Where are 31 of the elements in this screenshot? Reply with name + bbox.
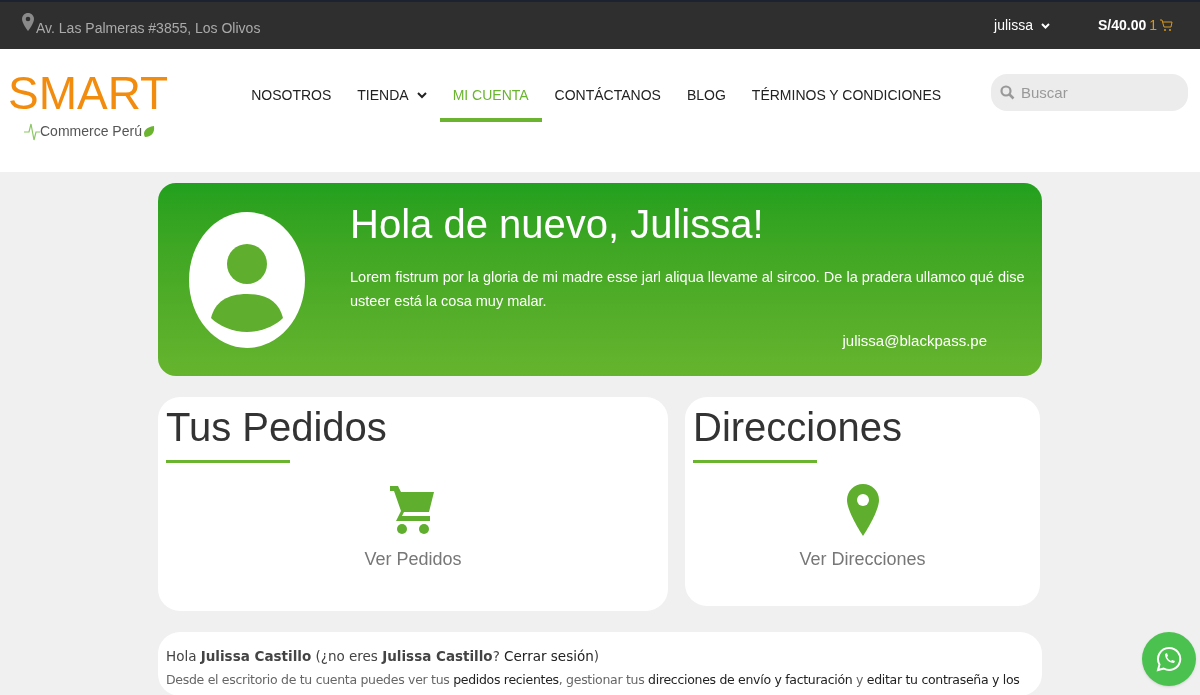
- chat-bubble-icon: [1156, 646, 1182, 672]
- location-pin-icon: [846, 484, 879, 536]
- card-title: Direcciones: [693, 405, 903, 449]
- search-field[interactable]: Buscar: [991, 74, 1188, 111]
- text-link[interactable]: direcciones de envío y facturación: [648, 672, 853, 687]
- whatsapp-button[interactable]: [1142, 632, 1196, 686]
- text-link[interactable]: Cerrar sesión: [504, 648, 594, 664]
- nav-link[interactable]: NOSOTROS: [238, 72, 345, 122]
- account-description: Desde el escritorio de tu cuenta puedes ver tus pedidos recientes, gestionar tus direcciones de envío y facturación y editar tu contraseña y los: [166, 671, 1021, 689]
- user-avatar-icon: [189, 211, 305, 348]
- user-menu[interactable]: julissa: [994, 15, 1050, 36]
- greeting-text: Hola Julissa Castillo (¿no eres Julissa Castillo? Cerrar sesión): [166, 647, 601, 666]
- card-title: Tus Pedidos: [166, 405, 388, 449]
- card-link[interactable]: Ver Direcciones: [799, 546, 926, 573]
- card-link[interactable]: Ver Pedidos: [364, 546, 462, 573]
- text-link[interactable]: pedidos recientes: [453, 672, 559, 687]
- shopping-cart-icon: [1160, 19, 1173, 32]
- address-text: Av. Las Palmeras #3855, Los Olivos: [36, 19, 261, 38]
- chevron-down-icon: [1040, 22, 1050, 29]
- cart-link[interactable]: S/40.00 1: [1097, 15, 1173, 36]
- shopping-cart-icon: [390, 484, 436, 536]
- logo[interactable]: SMART Commerce Perú: [8, 67, 169, 144]
- nav-link[interactable]: BLOG: [673, 72, 739, 122]
- nav-link[interactable]: TÉRMINOS Y CONDICIONES: [738, 72, 955, 122]
- banner-title: Hola de nuevo, Julissa!: [350, 202, 765, 247]
- nav-link[interactable]: TIENDA: [344, 72, 440, 122]
- banner-text: Lorem fistrum por la gloria de mi madre esse jarl aliqua llevame al sircoo. De la pradera ullamco qué dise usteer está la cosa muy malar.: [350, 268, 1025, 312]
- search-icon: [1000, 85, 1015, 100]
- nav-link[interactable]: CONTÁCTANOS: [541, 72, 674, 122]
- text-link[interactable]: editar tu contraseña y los: [866, 672, 1020, 687]
- location-pin-icon: [22, 12, 34, 31]
